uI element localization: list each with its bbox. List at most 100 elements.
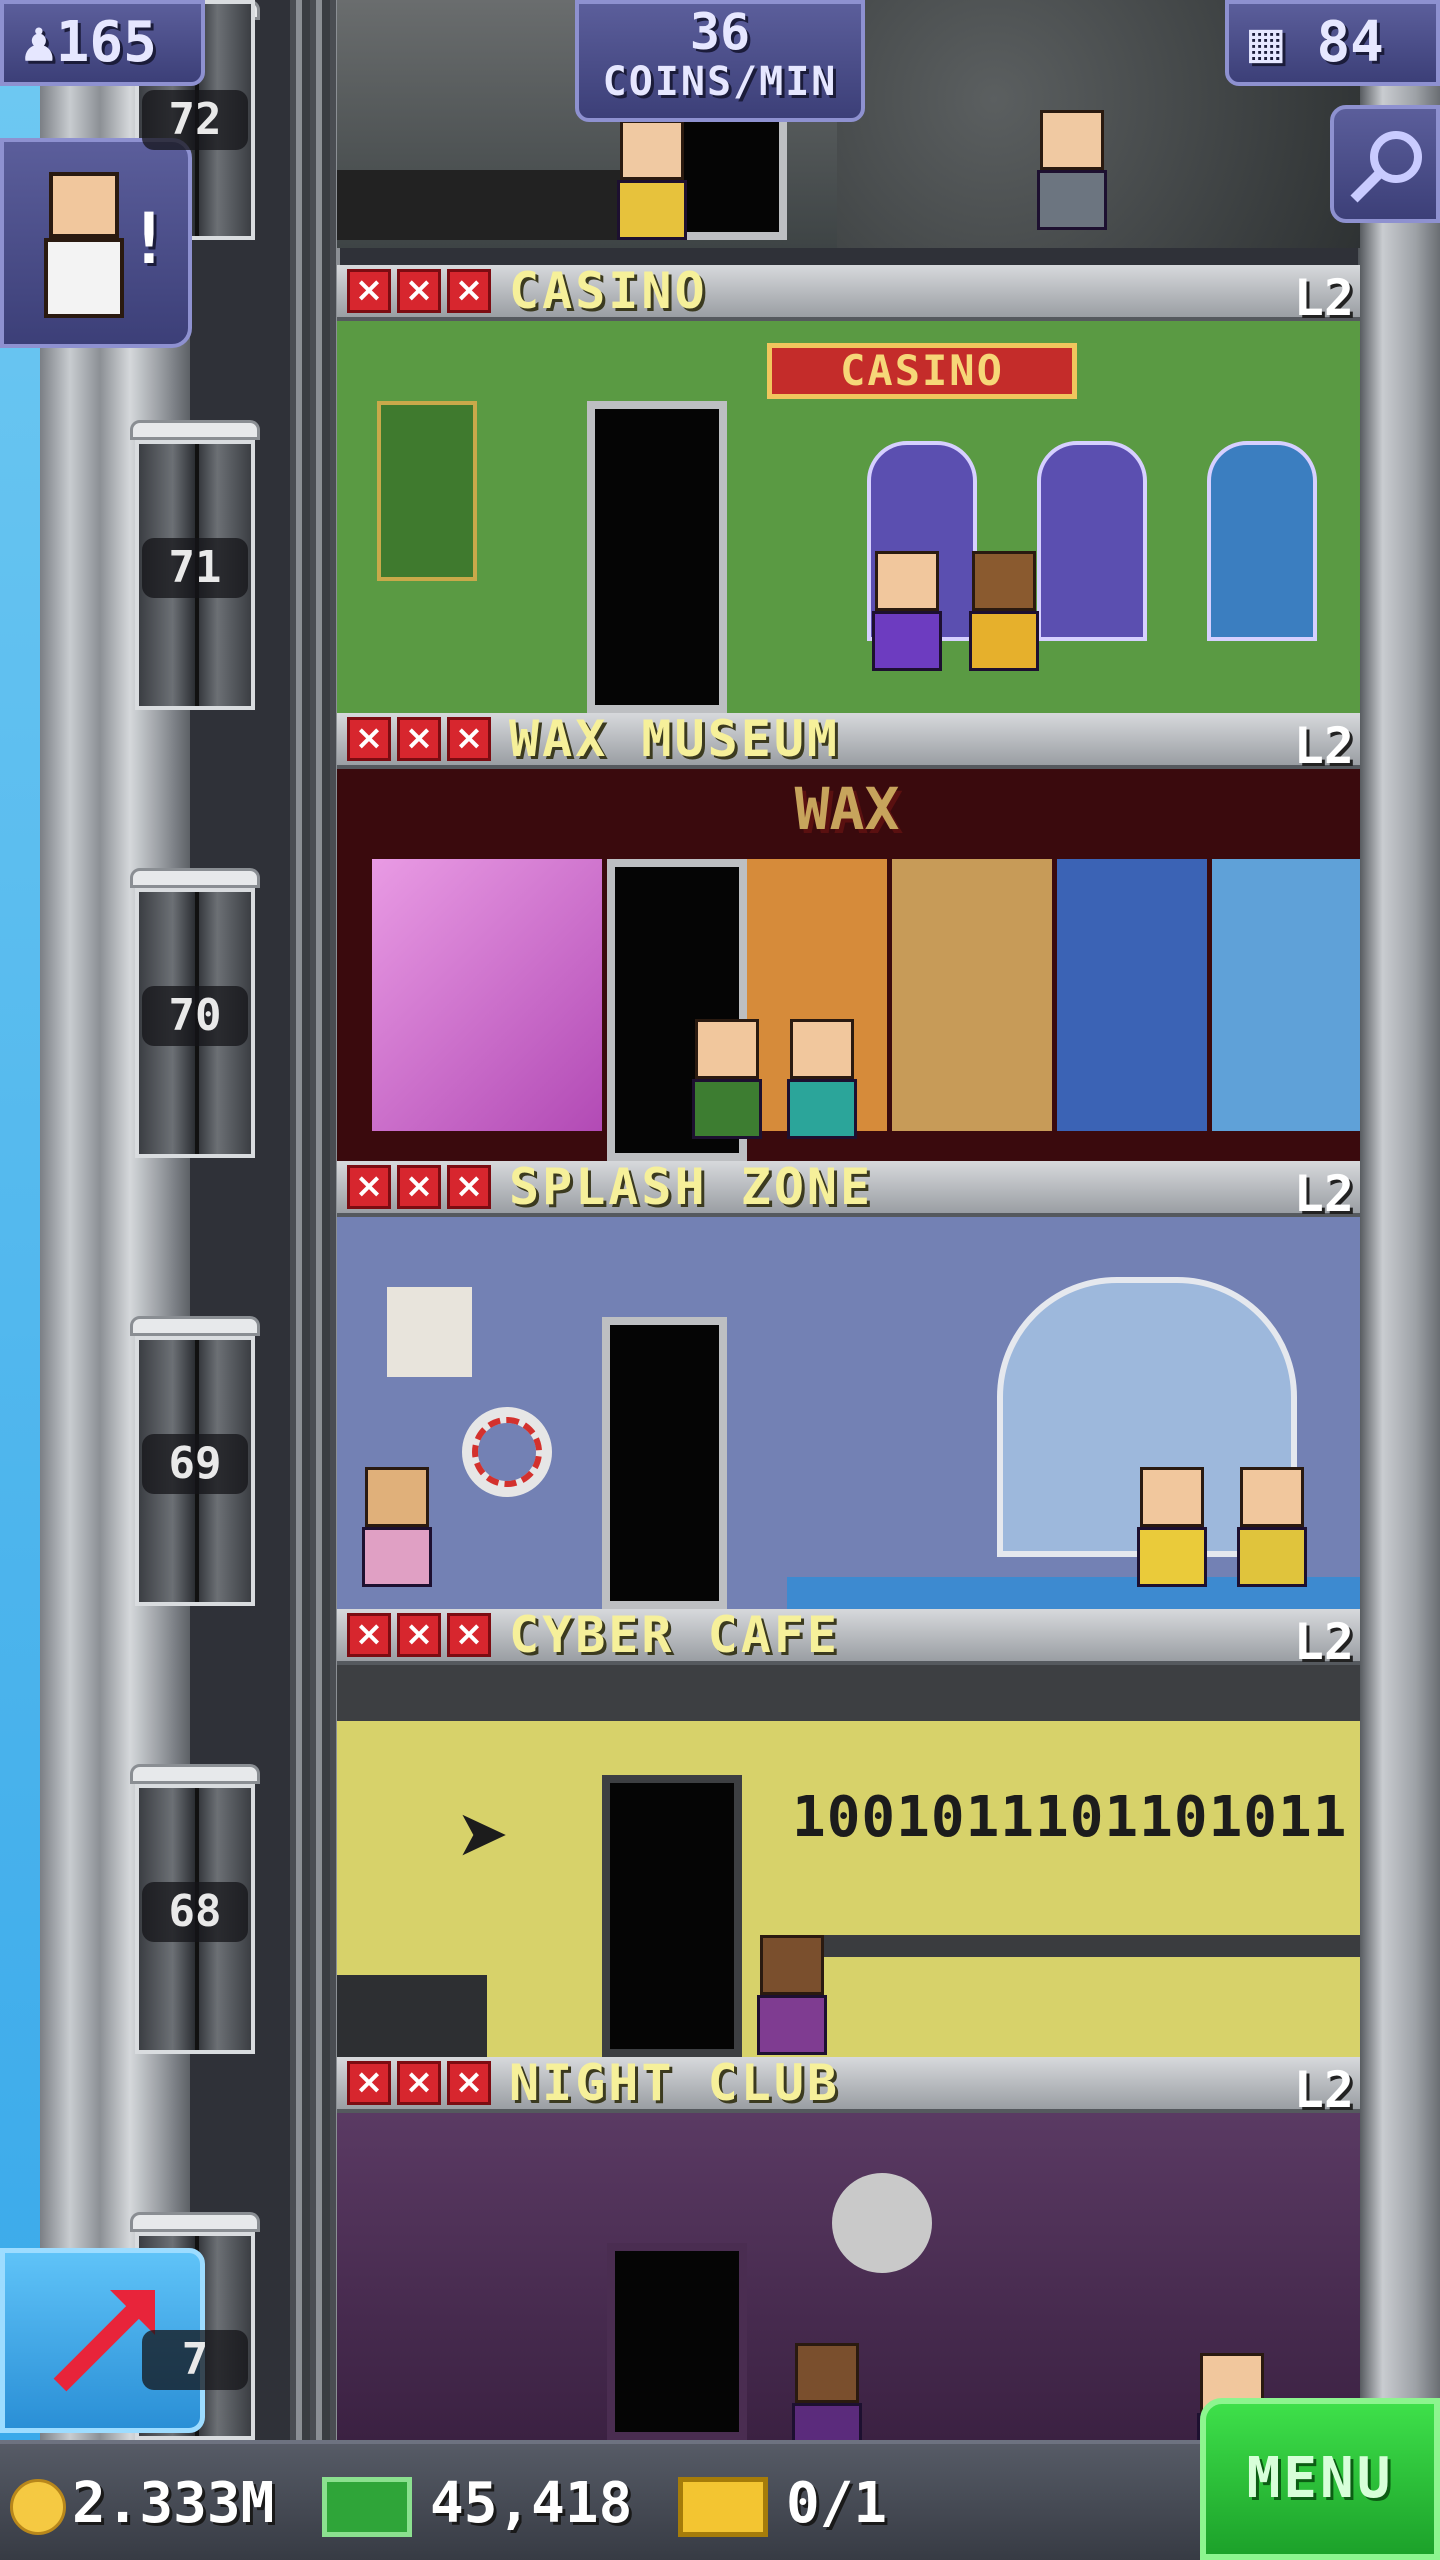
menu-button[interactable]: MENU bbox=[1200, 2398, 1440, 2560]
tower-resident[interactable] bbox=[617, 120, 687, 240]
floor-header: × × × WAX MUSEUM L2 bbox=[337, 710, 1360, 775]
tower-resident[interactable] bbox=[1037, 110, 1107, 230]
ticket-icon bbox=[678, 2476, 768, 2537]
empty-star-icon: × bbox=[447, 717, 491, 761]
tower-resident[interactable] bbox=[1237, 1467, 1307, 1587]
empty-star-icon: × bbox=[347, 269, 391, 313]
coins-rate-value: 36 bbox=[689, 3, 751, 61]
coins-value: 2.333M bbox=[72, 2471, 275, 2536]
floor-name: WAX MUSEUM bbox=[509, 710, 841, 768]
population-counter[interactable]: ♟165 bbox=[0, 0, 205, 86]
person-icon: ♟ bbox=[22, 10, 56, 75]
star-rating: × × × bbox=[347, 269, 491, 313]
exhibit-booth bbox=[892, 859, 1052, 1131]
door bbox=[602, 1317, 727, 1609]
bux-display[interactable]: 45,418 bbox=[322, 2464, 632, 2544]
building-icon: ▦ bbox=[1249, 10, 1283, 75]
tower-resident[interactable] bbox=[692, 1019, 762, 1139]
tower-resident[interactable] bbox=[872, 551, 942, 671]
binary-wall-text: 1001011101101011 bbox=[792, 1785, 1348, 1850]
magnifier-icon bbox=[1350, 131, 1422, 203]
floor-scene bbox=[337, 2113, 1360, 2440]
alert-icon: ! bbox=[127, 198, 170, 280]
elevator-cap bbox=[130, 420, 260, 440]
elevator-floor-number: 68 bbox=[142, 1882, 248, 1942]
bux-value: 45,418 bbox=[430, 2471, 633, 2536]
door bbox=[587, 401, 727, 713]
tower-resident[interactable] bbox=[969, 551, 1039, 671]
floor-cyber-cafe[interactable]: × × × CYBER CAFE L2 ➤ 1001011101101011 bbox=[337, 1606, 1360, 2057]
floor-scene: CASINO bbox=[337, 321, 1360, 713]
elevator-floor-number: 70 bbox=[142, 986, 248, 1046]
elevator-rail bbox=[290, 0, 340, 2440]
tower-resident[interactable] bbox=[1137, 1467, 1207, 1587]
tower-resident[interactable] bbox=[362, 1467, 432, 1587]
tower-wall-right bbox=[1358, 0, 1440, 2440]
floor-name: NIGHT CLUB bbox=[509, 2054, 841, 2112]
empty-star-icon: × bbox=[397, 1165, 441, 1209]
tower-resident[interactable] bbox=[792, 2343, 862, 2440]
wax-sign: WAX bbox=[794, 775, 900, 843]
elevator-cap bbox=[130, 1316, 260, 1336]
casino-sign: CASINO bbox=[767, 343, 1077, 399]
empty-star-icon: × bbox=[347, 1613, 391, 1657]
floor-header: × × × CASINO L2 bbox=[337, 262, 1360, 327]
slot-machine bbox=[1037, 441, 1147, 641]
elevator-floor-number: 69 bbox=[142, 1434, 248, 1494]
floor-name: CASINO bbox=[509, 262, 708, 320]
wall-poster bbox=[387, 1287, 472, 1377]
computer-desk bbox=[792, 1935, 1360, 1957]
floor-scene: ➤ 1001011101101011 bbox=[337, 1665, 1360, 2057]
floor-level: L2 bbox=[1293, 717, 1354, 775]
floor-level: L2 bbox=[1293, 1613, 1354, 1671]
coins-rate-panel: 36 COINS/MIN bbox=[575, 0, 865, 122]
floor-scene: WAX bbox=[337, 769, 1360, 1161]
door bbox=[602, 1775, 742, 2057]
exhibit-booth bbox=[372, 859, 602, 1131]
floor-scene bbox=[337, 1217, 1360, 1609]
floor-splash-zone[interactable]: × × × SPLASH ZONE L2 bbox=[337, 1158, 1360, 1609]
reception-desk bbox=[337, 170, 637, 240]
floor-count-value: 84 bbox=[1316, 10, 1384, 75]
elevator-floor-number: 72 bbox=[142, 90, 248, 150]
star-rating: × × × bbox=[347, 1165, 491, 1209]
elevator-cap bbox=[130, 1764, 260, 1784]
empty-star-icon: × bbox=[447, 1613, 491, 1657]
floor-header: × × × NIGHT CLUB L2 bbox=[337, 2054, 1360, 2119]
empty-star-icon: × bbox=[447, 2061, 491, 2105]
floor-casino[interactable]: × × × CASINO L2 CASINO bbox=[337, 262, 1360, 713]
empty-star-icon: × bbox=[397, 269, 441, 313]
star-rating: × × × bbox=[347, 717, 491, 761]
floor-level: L2 bbox=[1293, 2061, 1354, 2119]
star-rating: × × × bbox=[347, 1613, 491, 1657]
exhibit-booth bbox=[1212, 859, 1360, 1131]
counter bbox=[337, 1975, 487, 2057]
floor-level: L2 bbox=[1293, 1165, 1354, 1223]
floor-name: SPLASH ZONE bbox=[509, 1158, 874, 1216]
elevator-cap bbox=[130, 868, 260, 888]
empty-star-icon: × bbox=[347, 717, 391, 761]
ceiling bbox=[337, 1665, 1360, 1721]
floor-header: × × × CYBER CAFE L2 bbox=[337, 1606, 1360, 1671]
disco-ball-icon bbox=[832, 2173, 932, 2273]
floor-wax-museum[interactable]: × × × WAX MUSEUM L2 WAX bbox=[337, 710, 1360, 1161]
resident-portrait-icon bbox=[44, 172, 124, 322]
tickets-display[interactable]: 0/1 bbox=[678, 2464, 887, 2544]
notification-button[interactable]: ! bbox=[0, 138, 192, 348]
search-button[interactable] bbox=[1330, 105, 1440, 223]
empty-star-icon: × bbox=[397, 2061, 441, 2105]
population-value: 165 bbox=[55, 10, 157, 75]
coin-icon bbox=[10, 2478, 66, 2535]
life-ring-icon bbox=[462, 1407, 552, 1497]
tower-resident[interactable] bbox=[787, 1019, 857, 1139]
empty-star-icon: × bbox=[447, 1165, 491, 1209]
coins-display[interactable]: 2.333M bbox=[10, 2464, 274, 2544]
floor-name: CYBER CAFE bbox=[509, 1606, 841, 1664]
door bbox=[607, 2243, 747, 2440]
floor-counter[interactable]: ▦ 84 bbox=[1225, 0, 1440, 86]
elevator-cap bbox=[130, 2212, 260, 2232]
floor-night-club[interactable]: × × × NIGHT CLUB L2 bbox=[337, 2054, 1360, 2440]
empty-star-icon: × bbox=[347, 2061, 391, 2105]
coins-rate-unit: COINS/MIN bbox=[602, 59, 838, 105]
tower-resident[interactable] bbox=[757, 1935, 827, 2055]
